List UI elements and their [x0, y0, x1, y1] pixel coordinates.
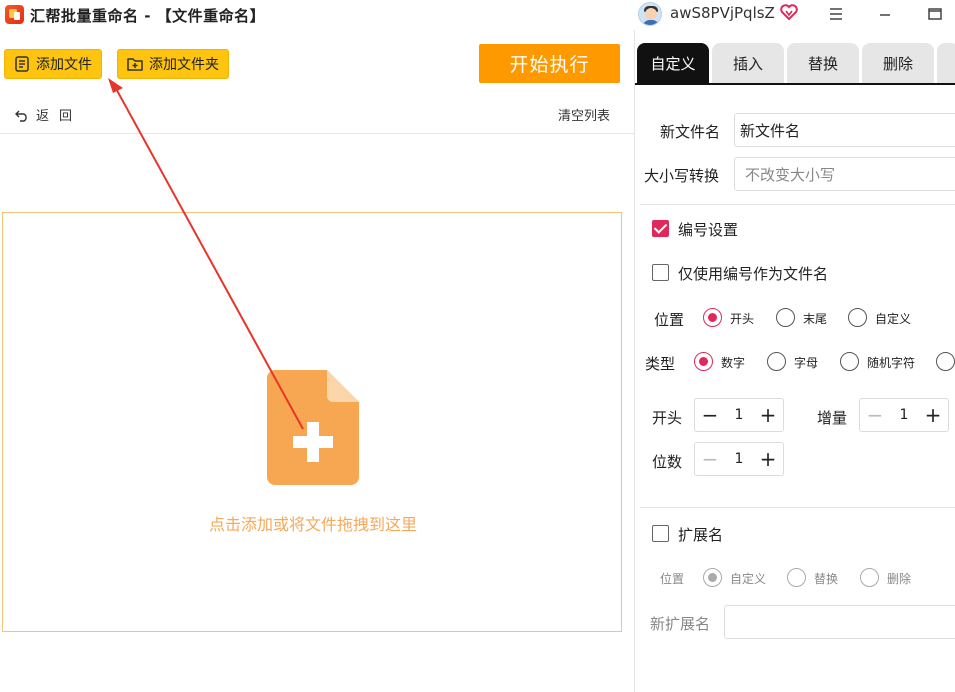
- maximize-icon[interactable]: [922, 2, 948, 26]
- add-file-label: 添加文件: [36, 57, 92, 73]
- app-window: 汇帮批量重命名 - 【文件重命名】 awS8PVjPqlsZ 添加文件 添加文件…: [0, 0, 955, 692]
- back-label: 返回: [36, 109, 83, 124]
- section-divider: [640, 507, 955, 508]
- tab-delete[interactable]: 删除: [862, 43, 934, 83]
- type-option-number: 数字: [721, 356, 746, 370]
- tab-insert[interactable]: 插入: [712, 43, 784, 83]
- vip-heart-icon[interactable]: [780, 4, 798, 20]
- type-option-random: 随机字符: [867, 356, 916, 370]
- start-value[interactable]: 1: [725, 407, 753, 423]
- start-button[interactable]: 开始执行: [479, 44, 620, 83]
- extension-label: 扩展名: [678, 526, 724, 544]
- settings-pane: 自定义 插入 替换 删除 新文件名 新文件名 大小写转换 不改变大小写 编号设置…: [635, 30, 955, 692]
- add-file-button[interactable]: 添加文件: [4, 49, 102, 79]
- type-radio-more[interactable]: [936, 352, 955, 371]
- increment-stepper[interactable]: − 1 +: [859, 398, 949, 432]
- app-logo-icon: [5, 5, 24, 24]
- file-add-icon: [267, 370, 359, 485]
- ext-option-replace: 替换: [814, 572, 839, 586]
- start-label: 开头: [652, 409, 683, 427]
- ext-option-delete: 删除: [887, 572, 912, 586]
- position-radio-end[interactable]: [776, 308, 795, 327]
- file-drop-zone[interactable]: 点击添加或将文件拖拽到这里: [2, 212, 622, 632]
- file-list-pane: 添加文件 添加文件夹 开始执行 返回 清空列表 点击添加或将文件拖拽到这里: [0, 30, 635, 692]
- case-select[interactable]: 不改变大小写: [734, 157, 955, 191]
- ext-radio-delete[interactable]: [860, 568, 879, 587]
- digits-label: 位数: [652, 453, 683, 471]
- document-list-icon: [13, 55, 31, 73]
- extension-checkbox[interactable]: [652, 525, 669, 542]
- list-subbar: 返回 清空列表: [0, 96, 635, 134]
- only-number-label: 仅使用编号作为文件名: [678, 265, 829, 283]
- position-option-start: 开头: [730, 312, 755, 326]
- digits-stepper[interactable]: − 1 +: [694, 442, 784, 476]
- case-label: 大小写转换: [644, 167, 720, 185]
- increment-label: 增量: [817, 409, 848, 427]
- tab-underline: [635, 83, 955, 85]
- digits-decrement-button[interactable]: −: [695, 443, 725, 475]
- increment-value[interactable]: 1: [890, 407, 918, 423]
- drop-hint-text: 点击添加或将文件拖拽到这里: [208, 515, 417, 534]
- position-option-custom: 自定义: [875, 312, 912, 326]
- new-ext-label: 新扩展名: [650, 615, 711, 633]
- new-ext-input[interactable]: [724, 605, 955, 639]
- new-name-label: 新文件名: [660, 123, 721, 141]
- position-option-end: 末尾: [803, 312, 828, 326]
- type-radio-letter[interactable]: [767, 352, 786, 371]
- only-number-checkbox[interactable]: [652, 264, 669, 281]
- folder-plus-icon: [126, 55, 144, 73]
- settings-tabs: 自定义 插入 替换 删除: [635, 43, 955, 83]
- ext-radio-replace[interactable]: [787, 568, 806, 587]
- digits-value[interactable]: 1: [725, 451, 753, 467]
- section-divider: [640, 204, 955, 205]
- tab-replace[interactable]: 替换: [787, 43, 859, 83]
- increment-decrement-button[interactable]: −: [860, 399, 890, 431]
- add-folder-label: 添加文件夹: [149, 57, 219, 73]
- user-avatar[interactable]: [638, 2, 662, 26]
- clear-list-button[interactable]: 清空列表: [558, 105, 610, 124]
- increment-increment-button[interactable]: +: [918, 399, 948, 431]
- type-radio-random[interactable]: [840, 352, 859, 371]
- window-title: 汇帮批量重命名 - 【文件重命名】: [30, 7, 266, 25]
- position-label: 位置: [654, 311, 685, 329]
- tab-more[interactable]: [937, 43, 955, 83]
- ext-position-label: 位置: [660, 572, 685, 586]
- position-radio-custom[interactable]: [848, 308, 867, 327]
- numbering-checkbox[interactable]: [652, 220, 669, 237]
- ext-radio-custom[interactable]: [703, 568, 722, 587]
- type-label: 类型: [645, 355, 676, 373]
- start-increment-button[interactable]: +: [753, 399, 783, 431]
- minimize-icon[interactable]: [872, 2, 898, 26]
- add-folder-button[interactable]: 添加文件夹: [117, 49, 229, 79]
- start-decrement-button[interactable]: −: [695, 399, 725, 431]
- menu-icon[interactable]: [823, 2, 849, 26]
- type-radio-number[interactable]: [694, 352, 713, 371]
- start-stepper[interactable]: − 1 +: [694, 398, 784, 432]
- new-name-input[interactable]: 新文件名: [734, 113, 955, 147]
- back-button[interactable]: 返回: [14, 105, 82, 124]
- position-radio-start[interactable]: [703, 308, 722, 327]
- ext-option-custom: 自定义: [730, 572, 767, 586]
- title-bar: 汇帮批量重命名 - 【文件重命名】 awS8PVjPqlsZ: [0, 0, 955, 30]
- numbering-label: 编号设置: [678, 221, 739, 239]
- username[interactable]: awS8PVjPqlsZ: [670, 4, 775, 22]
- tab-custom[interactable]: 自定义: [637, 43, 709, 83]
- digits-increment-button[interactable]: +: [753, 443, 783, 475]
- undo-arrow-icon: [15, 110, 27, 122]
- type-option-letter: 字母: [794, 356, 819, 370]
